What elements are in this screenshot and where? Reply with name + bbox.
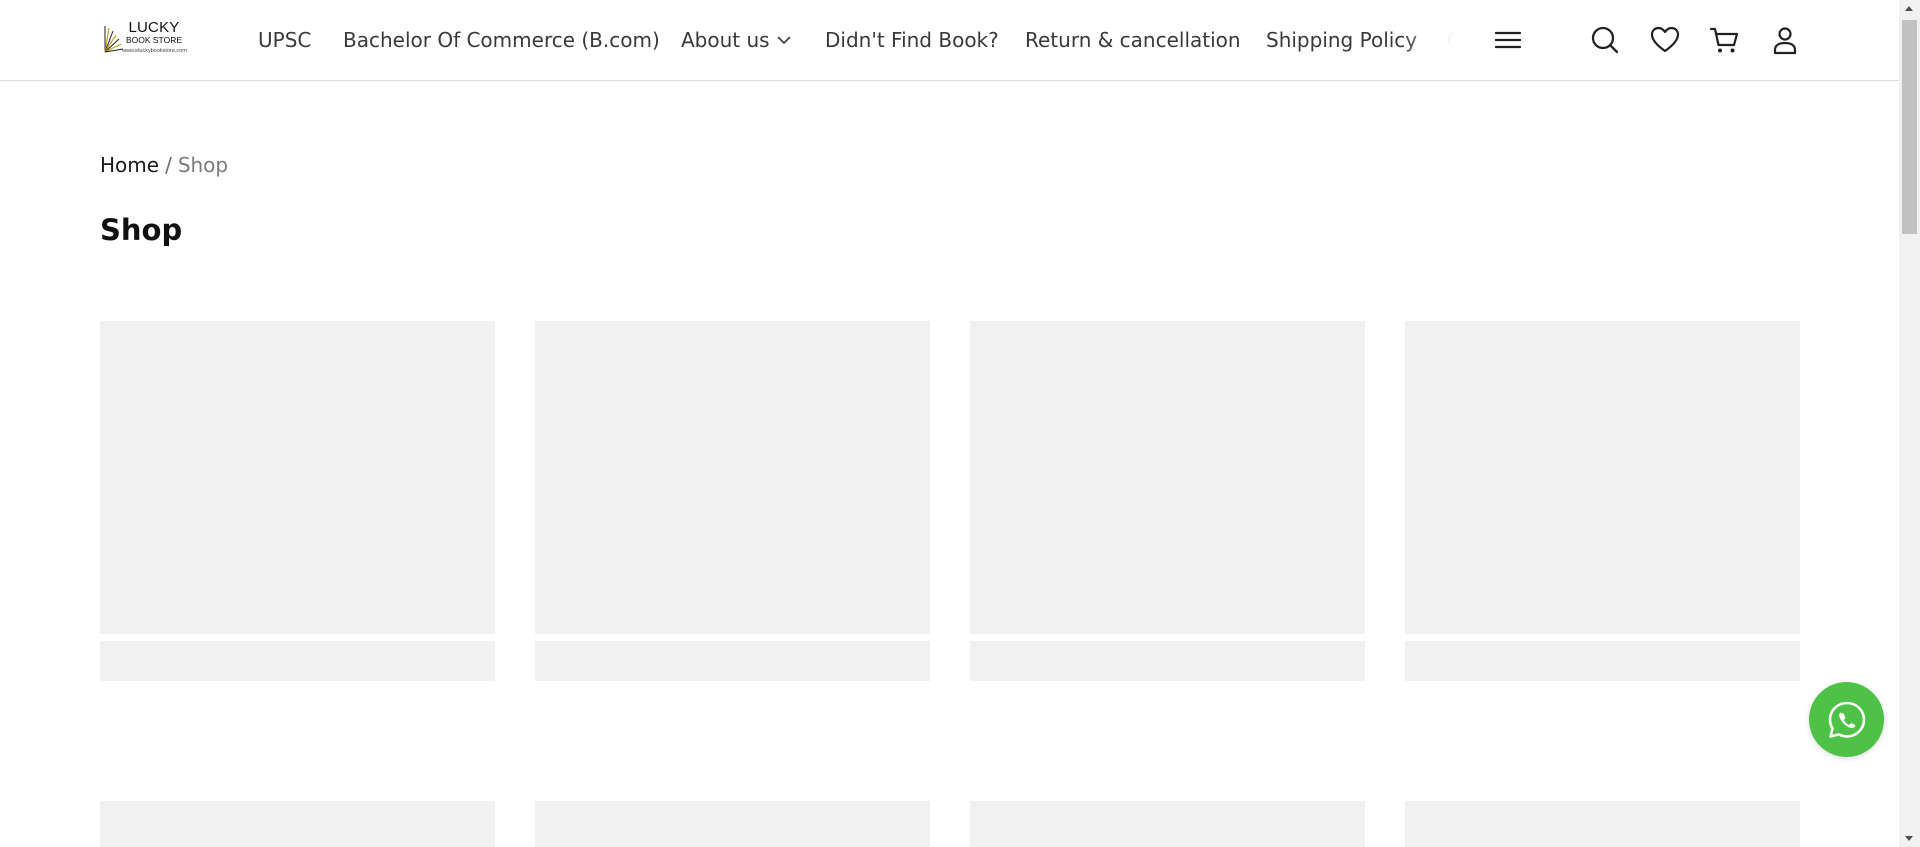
nav-fade bbox=[1403, 0, 1473, 80]
breadcrumb-separator: / bbox=[165, 153, 172, 177]
product-image-placeholder bbox=[970, 801, 1365, 847]
main-nav: UPSC Bachelor Of Commerce (B.com) About … bbox=[258, 0, 1473, 80]
product-title-placeholder bbox=[970, 641, 1365, 681]
logo-url: www.eluckybookstore.com bbox=[122, 47, 187, 54]
product-image-placeholder bbox=[100, 801, 495, 847]
nav-item-bcom[interactable]: Bachelor Of Commerce (B.com) bbox=[343, 28, 660, 52]
product-image-placeholder bbox=[1405, 321, 1800, 634]
product-image-placeholder bbox=[535, 801, 930, 847]
cart-icon[interactable] bbox=[1709, 24, 1741, 56]
user-icon[interactable] bbox=[1769, 24, 1801, 56]
heart-icon[interactable] bbox=[1649, 24, 1681, 56]
breadcrumb-home[interactable]: Home bbox=[100, 153, 159, 177]
logo-text: LUCKY BOOK STORE www.eluckybookstore.com bbox=[122, 19, 187, 54]
product-title-placeholder bbox=[535, 641, 930, 681]
logo-title: LUCKY bbox=[128, 19, 180, 36]
chevron-down-icon bbox=[777, 36, 791, 45]
product-image-placeholder bbox=[535, 321, 930, 634]
page-title: Shop bbox=[100, 213, 183, 247]
search-icon[interactable] bbox=[1589, 24, 1621, 56]
scroll-down-arrow-icon[interactable] bbox=[1905, 836, 1913, 841]
product-image-placeholder bbox=[970, 321, 1365, 634]
vertical-scrollbar[interactable] bbox=[1899, 0, 1920, 847]
nav-item-about-us-label: About us bbox=[681, 28, 770, 52]
nav-item-about-us[interactable]: About us bbox=[681, 28, 792, 52]
nav-item-upsc[interactable]: UPSC bbox=[258, 28, 311, 52]
scroll-thumb[interactable] bbox=[1902, 20, 1917, 234]
breadcrumb: Home / Shop bbox=[100, 153, 228, 177]
nav-item-didnt-find-book[interactable]: Didn't Find Book? bbox=[825, 28, 999, 52]
product-image-placeholder bbox=[1405, 801, 1800, 847]
product-image-placeholder bbox=[100, 321, 495, 634]
nav-item-return-cancellation[interactable]: Return & cancellation bbox=[1025, 28, 1241, 52]
logo-subtitle: BOOK STORE bbox=[125, 35, 183, 45]
whatsapp-icon bbox=[1828, 701, 1865, 738]
product-title-placeholder bbox=[100, 641, 495, 681]
breadcrumb-current: Shop bbox=[177, 153, 229, 177]
whatsapp-button[interactable] bbox=[1809, 682, 1884, 757]
site-logo[interactable]: LUCKY BOOK STORE www.eluckybookstore.com bbox=[103, 19, 187, 58]
scroll-up-arrow-icon[interactable] bbox=[1905, 6, 1913, 11]
site-header: LUCKY BOOK STORE www.eluckybookstore.com… bbox=[0, 0, 1899, 81]
nav-item-shipping-policy[interactable]: Shipping Policy bbox=[1266, 28, 1417, 52]
menu-icon[interactable] bbox=[1492, 24, 1524, 56]
product-title-placeholder bbox=[1405, 641, 1800, 681]
